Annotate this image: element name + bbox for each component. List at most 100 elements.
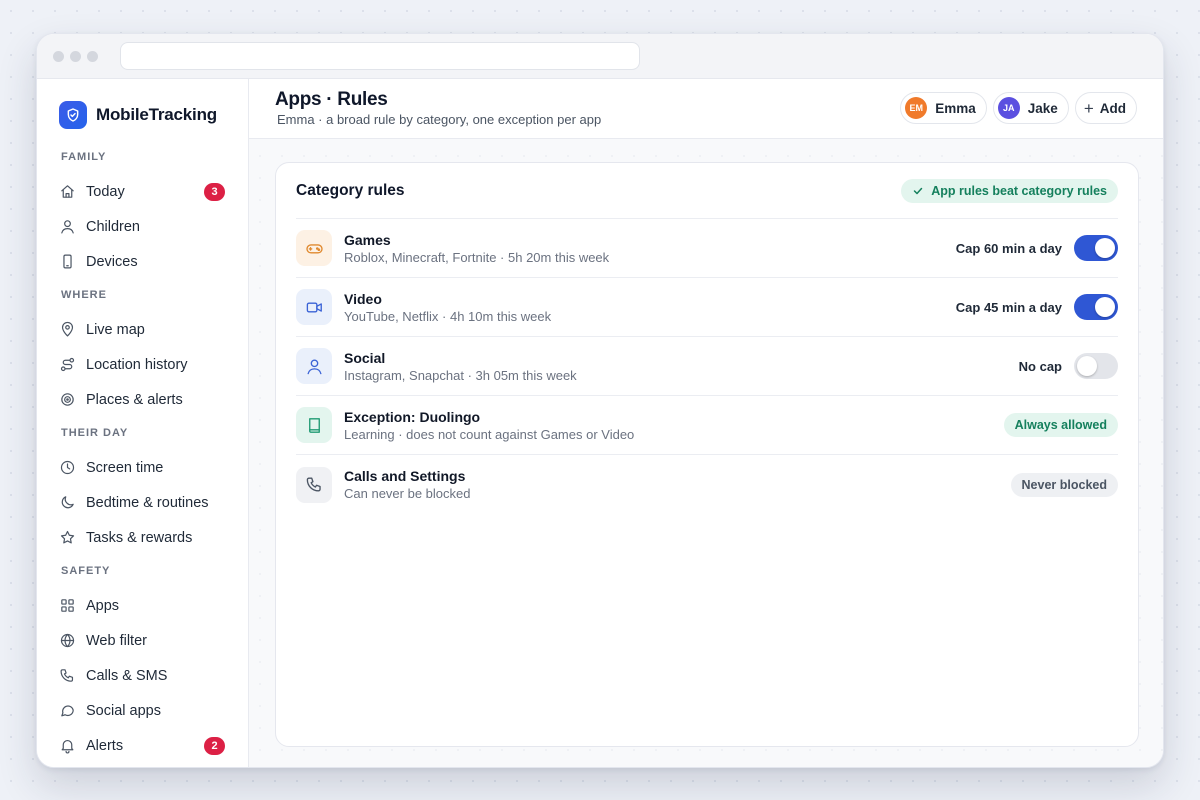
sidebar-item-label: Screen time xyxy=(86,459,164,476)
sidebar-item-label: Bedtime & routines xyxy=(86,494,209,511)
sidebar-item-label: Web filter xyxy=(86,632,147,649)
rule-row-exception-duolingo[interactable]: Exception: Duolingo Learning · does not c… xyxy=(296,396,1118,455)
sidebar-item-label: Today xyxy=(86,183,125,200)
user-icon xyxy=(296,348,332,384)
sidebar-item-today[interactable]: Today 3 xyxy=(59,174,227,209)
rule-description: Roblox, Minecraft, Fortnite · 5h 20m thi… xyxy=(344,249,610,265)
sidebar-section-label: THEIR DAY xyxy=(61,427,129,439)
avatar: EM xyxy=(905,97,928,119)
moon-icon xyxy=(59,494,86,511)
rule-text: Games Roblox, Minecraft, Fortnite · 5h 20… xyxy=(344,232,956,265)
window-maximize-dot[interactable] xyxy=(87,50,98,62)
sidebar-item-places-alerts[interactable]: Places & alerts xyxy=(59,382,227,417)
plus-icon: + xyxy=(1083,98,1094,118)
cap-toggle[interactable] xyxy=(1074,235,1118,261)
window-close-dot[interactable] xyxy=(53,50,64,62)
sidebar-item-devices[interactable]: Devices xyxy=(59,244,227,279)
bell-icon xyxy=(59,737,86,754)
add-child-button[interactable]: + Add xyxy=(1074,92,1137,124)
phone-icon xyxy=(59,253,86,270)
rule-name: Games xyxy=(344,231,391,248)
avatar: JA xyxy=(997,97,1020,119)
sidebar-item-web-filter[interactable]: Web filter xyxy=(59,623,227,658)
rule-name: Social xyxy=(344,349,386,366)
sidebar-item-label: Devices xyxy=(86,253,138,270)
add-label: Add xyxy=(1099,100,1126,116)
sidebar-item-children[interactable]: Children xyxy=(59,209,227,244)
rule-description: YouTube, Netflix · 4h 10m this week xyxy=(344,308,552,324)
rule-row-video[interactable]: Video YouTube, Netflix · 4h 10m this week… xyxy=(296,278,1118,337)
header-actions: EM Emma JA Jake + Add xyxy=(900,92,1137,124)
sidebar-item-location-history[interactable]: Location history xyxy=(59,347,227,382)
rule-description: Can never be blocked xyxy=(344,486,471,501)
sidebar-item-label: Alerts xyxy=(86,737,124,754)
browser-titlebar xyxy=(37,34,1163,79)
sidebar-item-calls-sms[interactable]: Calls & SMS xyxy=(59,658,227,693)
sidebar-item-label: Location history xyxy=(86,356,188,373)
cap-toggle[interactable] xyxy=(1074,353,1118,379)
sidebar: MobileTracking FAMILY Today 3 Children Devic… xyxy=(37,79,249,767)
sidebar-item-alerts[interactable]: Alerts 2 xyxy=(59,728,227,763)
sidebar-item-label: Children xyxy=(86,218,140,235)
toggle-knob xyxy=(1077,356,1097,376)
sidebar-item-screen-time[interactable]: Screen time xyxy=(59,450,227,485)
sidebar-item-live-map[interactable]: Live map xyxy=(59,312,227,347)
rule-controls: No cap xyxy=(1019,353,1118,379)
sidebar-item-apps[interactable]: Apps xyxy=(59,588,227,623)
toggle-knob xyxy=(1095,297,1115,317)
rule-text: Video YouTube, Netflix · 4h 10m this week xyxy=(344,291,956,324)
toggle-knob xyxy=(1095,238,1115,258)
sidebar-item-bedtime-routines[interactable]: Bedtime & routines xyxy=(59,485,227,520)
phone-call-icon xyxy=(59,667,86,684)
address-bar[interactable] xyxy=(120,42,640,70)
priority-note-text: App rules beat category rules xyxy=(931,183,1107,198)
sidebar-item-tasks-rewards[interactable]: Tasks & rewards xyxy=(59,520,227,555)
cap-label: Cap 60 min a day xyxy=(955,240,1062,256)
child-switch-emma[interactable]: EM Emma xyxy=(900,92,987,124)
sidebar-item-label: Social apps xyxy=(86,702,161,719)
brand[interactable]: MobileTracking xyxy=(59,101,248,129)
route-icon xyxy=(59,356,86,373)
home-icon xyxy=(59,183,86,200)
sidebar-section-label: FAMILY xyxy=(61,151,107,163)
rule-controls: Always allowed xyxy=(1003,413,1118,437)
check-icon xyxy=(913,187,923,194)
cap-label: No cap xyxy=(1018,358,1062,374)
sidebar-item-label: Live map xyxy=(86,321,145,338)
rule-text: Exception: Duolingo Learning · does not c… xyxy=(344,409,1004,442)
cap-toggle[interactable] xyxy=(1074,294,1118,320)
card-title: Category rules xyxy=(296,181,405,199)
priority-note-badge: App rules beat category rules xyxy=(901,178,1118,203)
rule-text: Social Instagram, Snapchat · 3h 05m this … xyxy=(344,350,1019,383)
rule-name: Exception: Duolingo xyxy=(344,408,481,425)
child-name: Jake xyxy=(1027,100,1058,116)
rule-row-social[interactable]: Social Instagram, Snapchat · 3h 05m this … xyxy=(296,337,1118,396)
rule-description: Instagram, Snapchat · 3h 05m this week xyxy=(344,367,577,383)
phone-call-icon xyxy=(296,466,332,503)
child-switch-jake[interactable]: JA Jake xyxy=(992,92,1069,124)
video-icon xyxy=(296,289,332,325)
app-window: MobileTracking FAMILY Today 3 Children Devic… xyxy=(36,33,1164,768)
sidebar-item-social-apps[interactable]: Social apps xyxy=(59,693,227,728)
rule-text: Calls and Settings Can never be blocked xyxy=(344,468,1011,501)
brand-name: MobileTracking xyxy=(96,105,217,124)
star-icon xyxy=(59,529,86,546)
user-icon xyxy=(59,218,86,235)
main-content: Apps · Rules Emma · a broad rule by cate… xyxy=(249,79,1163,767)
rule-description: Learning · does not count against Games … xyxy=(344,426,635,442)
window-minimize-dot[interactable] xyxy=(70,50,81,62)
clock-icon xyxy=(59,459,86,476)
rule-row-calls-and-settings[interactable]: Calls and Settings Can never be blocked Ne… xyxy=(296,455,1118,514)
card-header: Category rules App rules beat category r… xyxy=(296,163,1118,219)
page-header: Apps · Rules Emma · a broad rule by cate… xyxy=(249,79,1163,139)
rule-row-games[interactable]: Games Roblox, Minecraft, Fortnite · 5h 20… xyxy=(296,219,1118,278)
sidebar-item-label: Calls & SMS xyxy=(86,667,168,684)
map-pin-icon xyxy=(59,321,86,338)
rule-name: Video xyxy=(344,290,382,307)
target-icon xyxy=(59,391,86,408)
sidebar-section-label: SAFETY xyxy=(61,565,111,577)
shield-logo-icon xyxy=(59,101,87,129)
